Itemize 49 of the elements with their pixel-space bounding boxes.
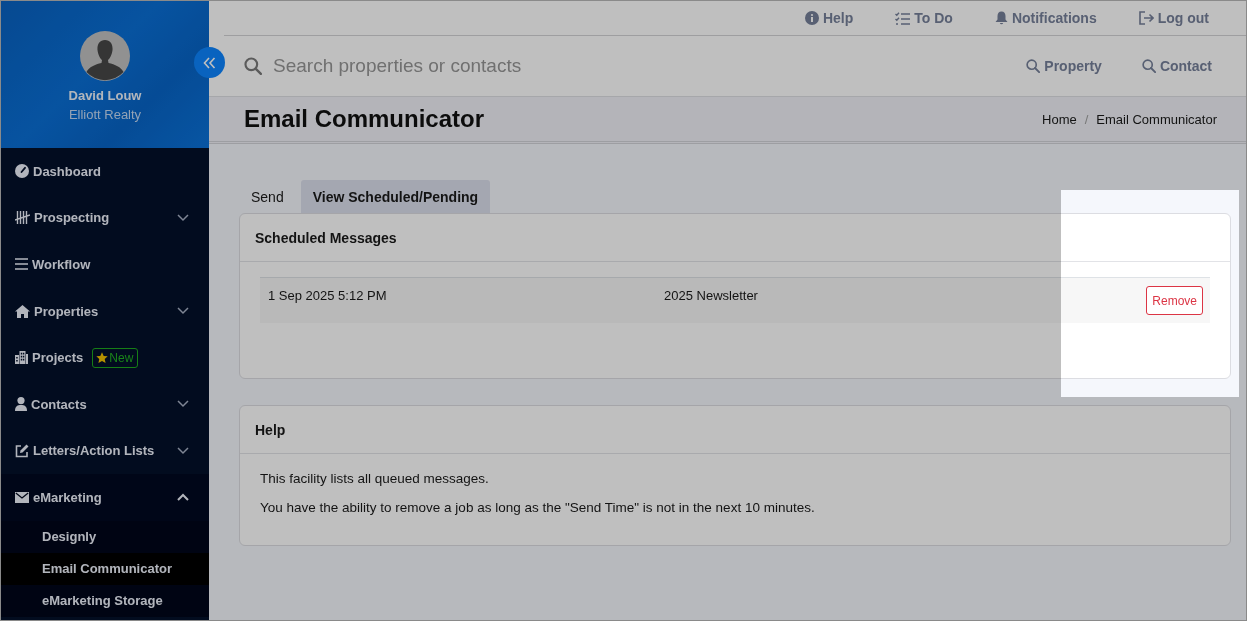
- sidebar-item[interactable]: Properties: [1, 287, 209, 335]
- checklist-icon: [895, 11, 911, 25]
- building-icon: [15, 351, 28, 365]
- sidebar-item[interactable]: Dashboard: [1, 148, 209, 195]
- sidebar-item[interactable]: Contacts: [1, 380, 209, 428]
- chevron-down-icon: [177, 307, 189, 316]
- chevron-up-icon: [177, 493, 189, 502]
- chevron-down-icon: [177, 446, 189, 455]
- lines-icon: [15, 258, 28, 271]
- company-name: Elliott Realty: [68, 107, 142, 123]
- chevron-down-icon: [177, 213, 189, 222]
- search-icon: [1141, 59, 1156, 73]
- breadcrumb-separator: /: [1084, 111, 1089, 127]
- user-avatar: [80, 31, 130, 81]
- remove-button[interactable]: Remove: [1146, 286, 1203, 315]
- breadcrumb-link[interactable]: Home: [1042, 111, 1077, 127]
- bell-icon: [994, 11, 1008, 25]
- logout-icon: [1138, 11, 1154, 25]
- house-icon: [15, 304, 30, 318]
- chevron-down-icon: [177, 400, 189, 409]
- tally-icon: [15, 211, 30, 225]
- sidebar-subitem[interactable]: Email Communicator: [1, 552, 209, 585]
- person-icon: [15, 397, 27, 412]
- sidebar-item[interactable]: eMarketing: [1, 474, 209, 521]
- tab[interactable]: Send: [239, 180, 296, 213]
- help-text: You have the ability to remove a job as long as the "Send Time" is not in the next 10 minutes.: [260, 499, 816, 517]
- card-title: Help: [240, 406, 1230, 454]
- search-icon: [244, 57, 262, 75]
- double-chevron-left-icon: [203, 56, 216, 69]
- table-cell: 1 Sep 2025 5:12 PM: [268, 288, 387, 303]
- table-cell: 2025 Newsletter: [664, 288, 758, 303]
- gauge-icon: [15, 164, 29, 179]
- sidebar-item[interactable]: Workflow: [1, 241, 209, 288]
- search-icon: [1026, 59, 1041, 73]
- sidebar-item[interactable]: Projects New: [1, 334, 209, 381]
- user-name: David Louw: [68, 88, 142, 104]
- page-title: Email Communicator: [244, 105, 485, 133]
- card-title: Scheduled Messages: [240, 214, 1230, 262]
- search-field[interactable]: Search properties or contacts: [273, 53, 987, 79]
- star-icon: [96, 351, 109, 364]
- info-icon: [804, 11, 819, 25]
- sidebar-item[interactable]: Prospecting: [1, 194, 209, 242]
- help-text: This facility lists all queued messages.: [260, 470, 490, 488]
- breadcrumb-current: Email Communicator: [1096, 111, 1217, 127]
- edit-icon: [15, 443, 29, 458]
- new-badge: New: [92, 347, 139, 368]
- tab[interactable]: View Scheduled/Pending: [300, 180, 491, 213]
- envelope-icon: [15, 491, 29, 503]
- sidebar-item[interactable]: Letters/Action Lists: [1, 427, 209, 475]
